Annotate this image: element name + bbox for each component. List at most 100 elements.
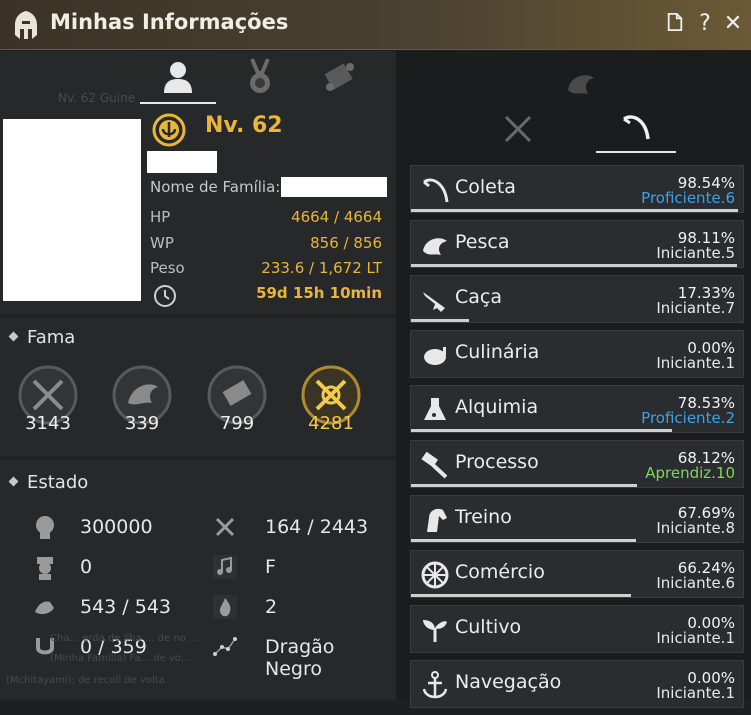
scroll-icon xyxy=(324,63,354,91)
state-value: 300000 xyxy=(80,516,153,538)
character-info-panel: Nv. 62 Guine Nv. 62 Nome de Família: HP … xyxy=(0,51,513,700)
ghost-text: (Minha Família) Fa... de vo... xyxy=(50,653,191,664)
life-skill-row[interactable]: Alquimia 78.53% Proficiente.2 xyxy=(410,385,744,433)
fame-value: 799 xyxy=(219,413,255,434)
life-skill-row[interactable]: Coleta 98.54% Proficiente.6 xyxy=(410,165,744,213)
sprout-icon xyxy=(423,620,447,642)
state-contribution: 0 xyxy=(32,554,212,580)
life-skill-row[interactable]: Treino 67.69% Iniciante.8 xyxy=(410,495,744,543)
medal-icon xyxy=(250,58,270,93)
life-skill-rank: Iniciante.6 xyxy=(656,574,735,592)
diamond-bullet-icon xyxy=(8,331,19,341)
horse-icon xyxy=(427,508,447,532)
helmet-logo-icon xyxy=(15,11,37,39)
stat-key: HP xyxy=(150,208,171,226)
life-skill-progress-bar xyxy=(411,209,739,212)
life-skills-panel: Coleta 98.54% Proficiente.6 Pesca 98.11% Inic… xyxy=(396,51,751,708)
tab-combat-skills[interactable] xyxy=(498,109,538,149)
fame-life[interactable]: 339 xyxy=(102,363,182,443)
life-skill-list: Coleta 98.54% Proficiente.6 Pesca 98.11% Inic… xyxy=(410,165,746,715)
life-skill-row[interactable]: Comércio 66.24% Iniciante.6 xyxy=(410,550,744,598)
life-skill-name: Caça xyxy=(455,286,502,308)
state-value: 164 / 2443 xyxy=(265,516,369,538)
rifle-icon xyxy=(423,292,445,312)
close-icon[interactable]: ✕ xyxy=(722,12,744,36)
stat-value: 233.6 / 1,672 LT xyxy=(261,259,382,277)
life-skill-name: Cultivo xyxy=(455,616,522,638)
info-tab-bar xyxy=(0,51,396,105)
life-skill-name: Coleta xyxy=(455,176,516,198)
title-bar: Minhas Informações ? ✕ xyxy=(0,0,751,50)
life-skill-name: Pesca xyxy=(455,231,510,253)
state-flame: 2 xyxy=(212,594,392,620)
state-value: Dragão Negro xyxy=(265,636,335,680)
tab-scroll[interactable] xyxy=(320,57,360,97)
life-skill-name: Processo xyxy=(455,451,539,473)
fame-section-title: Fama xyxy=(8,327,76,348)
state-axes: 164 / 2443 xyxy=(212,514,392,540)
life-skill-rank: Proficiente.2 xyxy=(641,409,735,427)
life-skill-row[interactable]: Cultivo 0.00% Iniciante.1 xyxy=(410,605,744,653)
officer-icon xyxy=(37,557,53,580)
character-name-redacted xyxy=(147,151,217,173)
flask-icon xyxy=(424,398,446,420)
life-skill-row[interactable]: Processo 68.12% Aprendiz.10 xyxy=(410,440,744,488)
life-skill-row[interactable]: Pesca 98.11% Iniciante.5 xyxy=(410,220,744,268)
music-note-icon xyxy=(213,555,237,579)
life-skill-name: Comércio xyxy=(455,561,545,583)
character-level: Nv. 62 xyxy=(205,113,283,138)
playtime: 59d 15h 10min xyxy=(256,284,382,302)
fame-title-text: Fama xyxy=(27,327,76,348)
life-skill-row[interactable]: Navegação 0.00% Iniciante.1 xyxy=(410,660,744,708)
life-skill-name: Navegação xyxy=(455,671,562,693)
diamond-bullet-icon xyxy=(8,476,19,486)
flame-icon xyxy=(213,595,237,619)
fame-value: 339 xyxy=(124,413,160,434)
life-skill-rank: Iniciante.1 xyxy=(656,629,735,647)
ghost-text: (Mchitayami): de recoll de volta xyxy=(6,675,165,686)
help-icon[interactable]: ? xyxy=(694,12,716,36)
ghost-text: Cha... erda de Ilha ... de no ... xyxy=(50,633,199,644)
constellation-icon xyxy=(213,637,237,656)
life-skill-progress-bar xyxy=(411,264,737,267)
state-value: 0 xyxy=(80,556,93,578)
state-title-text: Estado xyxy=(27,472,89,493)
tab-fish-icon[interactable] xyxy=(560,64,600,104)
document-icon[interactable] xyxy=(664,12,686,36)
sickle-icon xyxy=(423,178,449,203)
life-skill-row[interactable]: Culinária 0.00% Iniciante.1 xyxy=(410,330,744,378)
life-skill-progress-bar xyxy=(411,594,631,597)
life-skill-rank: Iniciante.1 xyxy=(656,354,735,372)
life-skill-progress-bar xyxy=(411,484,638,487)
chicken-icon xyxy=(424,347,446,365)
level-emblem-icon xyxy=(152,113,186,147)
fame-value: 4281 xyxy=(308,413,354,434)
clock-icon xyxy=(154,285,176,307)
active-tab-underline xyxy=(596,151,676,153)
life-skill-name: Alquimia xyxy=(455,396,539,418)
fame-contribution[interactable]: 799 xyxy=(197,363,277,443)
fame-total[interactable]: 4281 xyxy=(291,363,371,443)
tab-life-skills[interactable] xyxy=(616,109,656,149)
life-skill-row[interactable]: Caça 17.33% Iniciante.7 xyxy=(410,275,744,323)
family-name-redacted xyxy=(281,177,387,197)
anchor-icon xyxy=(422,671,448,699)
fish-icon xyxy=(423,238,447,255)
strength-icon xyxy=(35,601,54,615)
life-skill-progress-bar xyxy=(411,539,636,542)
tab-medal[interactable] xyxy=(240,57,280,97)
tab-profile[interactable] xyxy=(140,57,216,104)
fame-combat[interactable]: 3143 xyxy=(8,363,88,443)
state-energy: 300000 xyxy=(32,514,212,540)
state-value: 2 xyxy=(265,596,278,618)
wheel-icon xyxy=(421,561,449,589)
divider xyxy=(0,456,396,460)
hammer-icon xyxy=(421,451,448,479)
crossed-swords-icon xyxy=(504,115,532,143)
character-portrait xyxy=(3,119,141,301)
life-skill-rank: Iniciante.7 xyxy=(656,299,735,317)
energy-icon xyxy=(36,516,54,539)
state-section-title: Estado xyxy=(8,472,89,493)
crossed-axes-icon xyxy=(215,517,235,537)
life-skill-rank: Aprendiz.10 xyxy=(645,464,735,482)
